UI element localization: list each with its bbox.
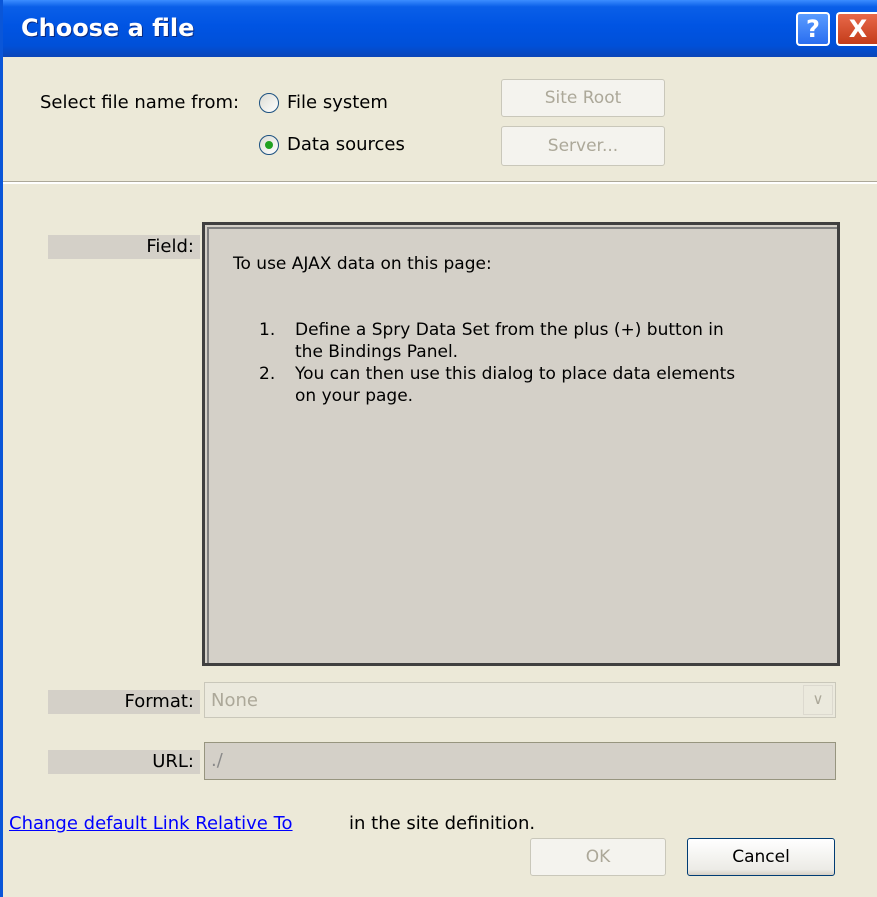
ok-button[interactable]: OK xyxy=(530,838,666,876)
cancel-button-label: Cancel xyxy=(732,847,790,867)
select-file-name-from-label: Select file name from: xyxy=(40,92,240,113)
field-listbox[interactable]: To use AJAX data on this page: 1. Define… xyxy=(202,222,840,666)
site-definition-text: in the site definition. xyxy=(349,813,536,834)
url-field-value: ./ xyxy=(211,750,223,771)
close-icon: X xyxy=(848,15,868,43)
data-sources-radio-label[interactable]: Data sources xyxy=(287,134,405,155)
step-line: Define a Spry Data Set from the plus (+)… xyxy=(295,320,724,340)
field-label-text: Field: xyxy=(146,236,194,257)
format-label-text: Format: xyxy=(124,691,195,712)
instructions-list: 1. Define a Spry Data Set from the plus … xyxy=(259,319,819,407)
format-label: Format: xyxy=(48,690,200,714)
help-button[interactable]: ? xyxy=(796,12,830,46)
cancel-button[interactable]: Cancel xyxy=(687,838,835,876)
instruction-step: 1. Define a Spry Data Set from the plus … xyxy=(259,319,819,363)
ok-button-label: OK xyxy=(585,847,611,867)
field-label: Field: xyxy=(48,235,200,259)
url-field[interactable]: ./ xyxy=(204,742,836,780)
choose-file-dialog: Choose a file ? X Select file name from:… xyxy=(0,0,877,897)
step-line: the Bindings Panel. xyxy=(295,342,459,362)
url-label-text: URL: xyxy=(152,751,194,772)
format-select-value: None xyxy=(211,690,258,711)
step-number: 1. xyxy=(259,320,276,340)
file-system-radio-label[interactable]: File system xyxy=(287,92,388,113)
chevron-down-icon[interactable]: ∨ xyxy=(803,685,833,715)
step-line: You can then use this dialog to place da… xyxy=(295,364,736,384)
url-label: URL: xyxy=(48,750,200,774)
dialog-title: Choose a file xyxy=(21,14,195,42)
format-select[interactable]: None ∨ xyxy=(204,682,836,718)
server-button-label: Server... xyxy=(547,136,619,156)
separator xyxy=(3,181,877,184)
title-bar[interactable]: Choose a file ? X xyxy=(3,0,877,57)
radio-selected-dot xyxy=(265,141,273,149)
file-system-radio[interactable] xyxy=(259,93,279,113)
data-sources-radio[interactable] xyxy=(259,135,279,155)
step-number: 2. xyxy=(259,364,276,384)
instruction-step: 2. You can then use this dialog to place… xyxy=(259,363,819,407)
site-root-button[interactable]: Site Root xyxy=(501,79,665,117)
field-listbox-inner: To use AJAX data on this page: 1. Define… xyxy=(207,227,837,663)
ajax-instructions-heading: To use AJAX data on this page: xyxy=(233,254,492,274)
step-line: on your page. xyxy=(295,386,414,406)
server-button[interactable]: Server... xyxy=(501,126,665,166)
change-link-relative-link[interactable]: Change default Link Relative To xyxy=(9,813,293,834)
site-root-button-label: Site Root xyxy=(544,88,622,108)
help-icon: ? xyxy=(806,15,820,43)
close-button[interactable]: X xyxy=(836,12,877,46)
